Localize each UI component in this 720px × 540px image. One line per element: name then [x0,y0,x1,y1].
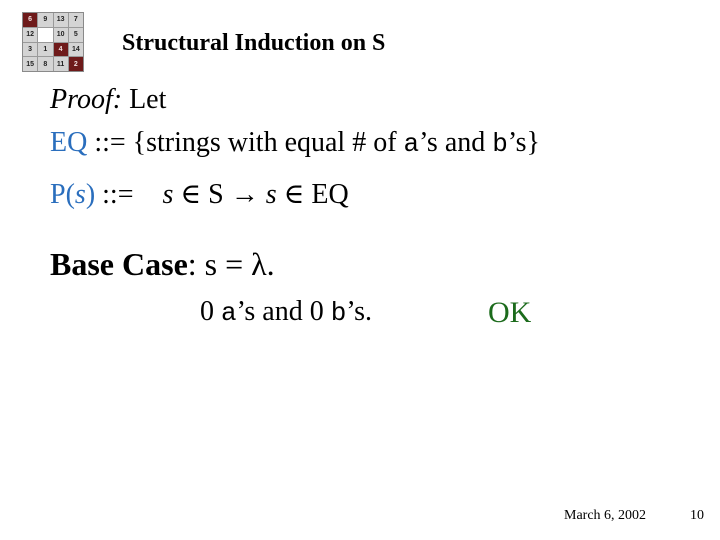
footer-date: March 6, 2002 [564,508,647,523]
puzzle-tile: 11 [53,57,68,71]
predicate-definition: P(s) ::= s ∈ S → s ∈ EQ [50,177,349,211]
puzzle-tile: 2 [68,57,83,71]
proof-line: Proof: Let [50,84,166,116]
base-case: Base Case: s = λ. [50,246,275,283]
puzzle-tile: 7 [68,13,83,27]
eq-name: EQ [50,127,88,158]
eq-definition: EQ ::= {strings with equal # of a’s and … [50,127,540,159]
base-case-text: : s = λ. [187,246,275,282]
count-zero-a: 0 [200,296,221,327]
proof-label: Proof: [50,84,123,115]
var-s-2: s [265,179,277,210]
base-case-label: Base Case [50,246,188,282]
puzzle-tile: 5 [68,27,83,42]
puzzle-tile: 6 [23,13,38,27]
puzzle-blank-tile [38,27,53,42]
ok-label: OK [488,296,532,329]
counts-mid-text: ’s and 0 [236,296,331,327]
eq-def-text: ::= {strings with equal # of [87,127,404,158]
puzzle-logo: 6 9 13 7 12 10 5 3 1 4 14 15 8 11 2 [22,12,84,72]
puzzle-tile: 1 [38,42,53,57]
page-number: 10 [690,508,704,523]
counts-end-text: ’s. [346,296,373,327]
symbol-a: a [403,129,420,159]
eq-mid-text: ’s and [419,127,493,158]
let-text: Let [122,84,167,115]
symbol-b: b [492,129,508,159]
membership-implication: ∈ S → [173,179,266,210]
puzzle-tile: 14 [68,42,83,57]
puzzle-tile: 4 [53,42,68,57]
symbol-a: a [221,298,237,328]
symbol-b: b [330,298,347,328]
puzzle-tile: 12 [23,27,38,42]
membership-eq: ∈ EQ [276,179,349,210]
slide-title: Structural Induction on S [122,30,386,56]
eq-end-text: ’s} [507,127,540,158]
puzzle-tile: 8 [38,57,53,71]
puzzle-tile: 15 [23,57,38,71]
puzzle-tile: 10 [53,27,68,42]
predicate-def-op: ::= [95,179,141,210]
predicate-name: P(s) [50,179,96,210]
puzzle-tile: 3 [23,42,38,57]
puzzle-tile: 9 [38,13,53,27]
base-case-counts: 0 a’s and 0 b’s. [200,296,372,328]
var-s-1: s [162,179,174,210]
puzzle-tile: 13 [53,13,68,27]
